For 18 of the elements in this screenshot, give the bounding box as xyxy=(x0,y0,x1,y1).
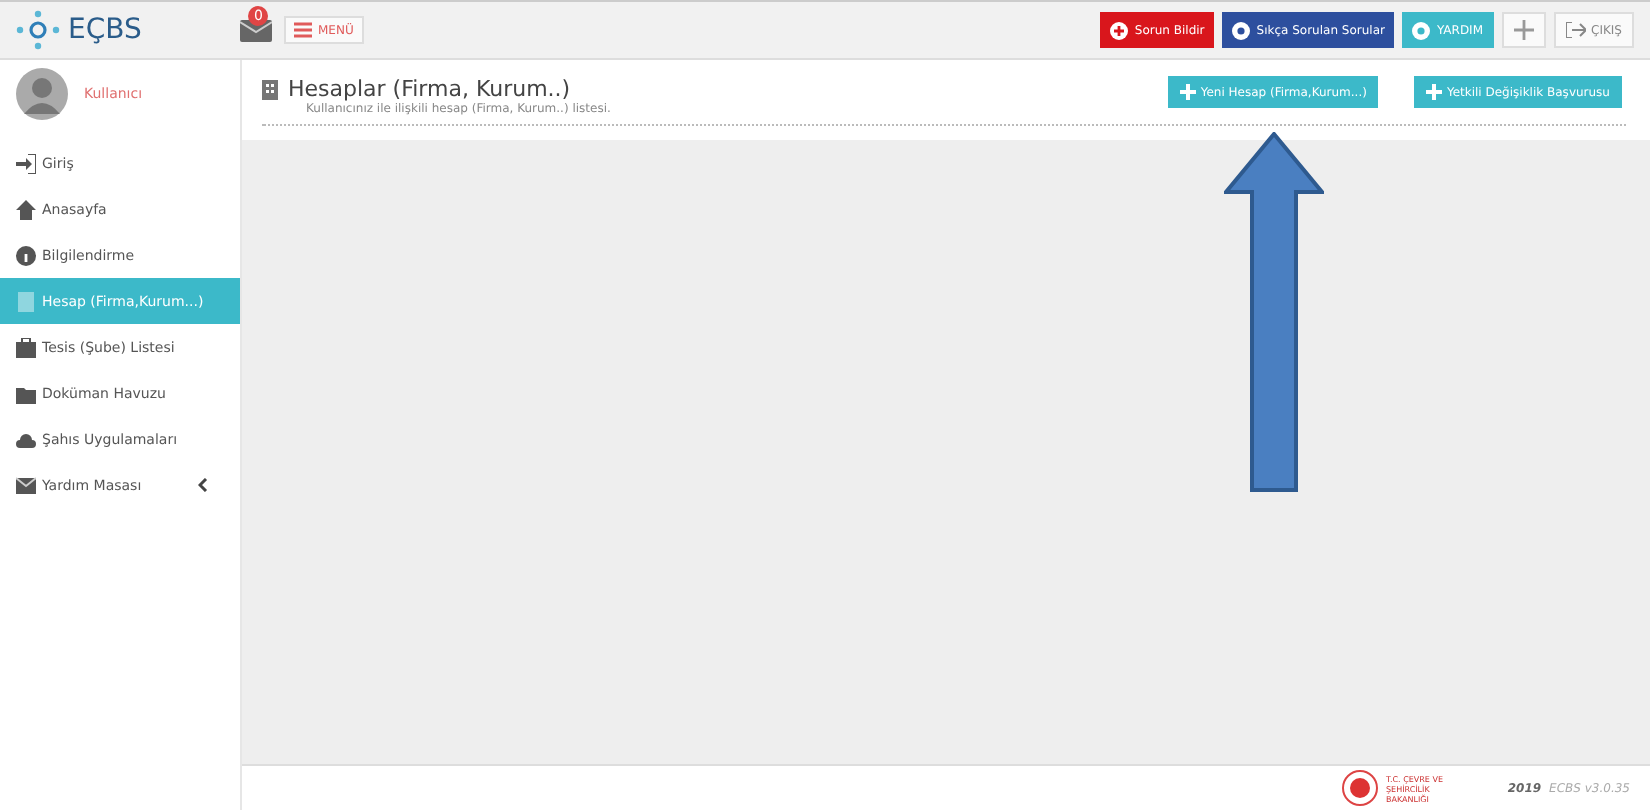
plus-circle-icon xyxy=(1110,21,1129,39)
sign-in-icon xyxy=(16,153,36,173)
plus-icon xyxy=(1180,84,1197,100)
app-name: EÇBS xyxy=(68,14,142,46)
page-title: Hesaplar (Firma, Kurum..) xyxy=(288,76,571,102)
folder-icon xyxy=(16,383,36,403)
plus-icon xyxy=(1426,84,1443,100)
logo-icon xyxy=(16,10,60,50)
briefcase-icon xyxy=(16,337,36,357)
menu-icon xyxy=(294,22,312,38)
exit-icon xyxy=(1565,22,1586,38)
home-icon xyxy=(16,199,36,219)
cloud-icon xyxy=(16,429,36,449)
avatar-icon xyxy=(16,68,68,120)
move-button[interactable] xyxy=(1501,12,1546,48)
envelope-icon xyxy=(16,475,36,495)
chevron-icon xyxy=(198,478,208,492)
info-icon xyxy=(16,245,36,265)
